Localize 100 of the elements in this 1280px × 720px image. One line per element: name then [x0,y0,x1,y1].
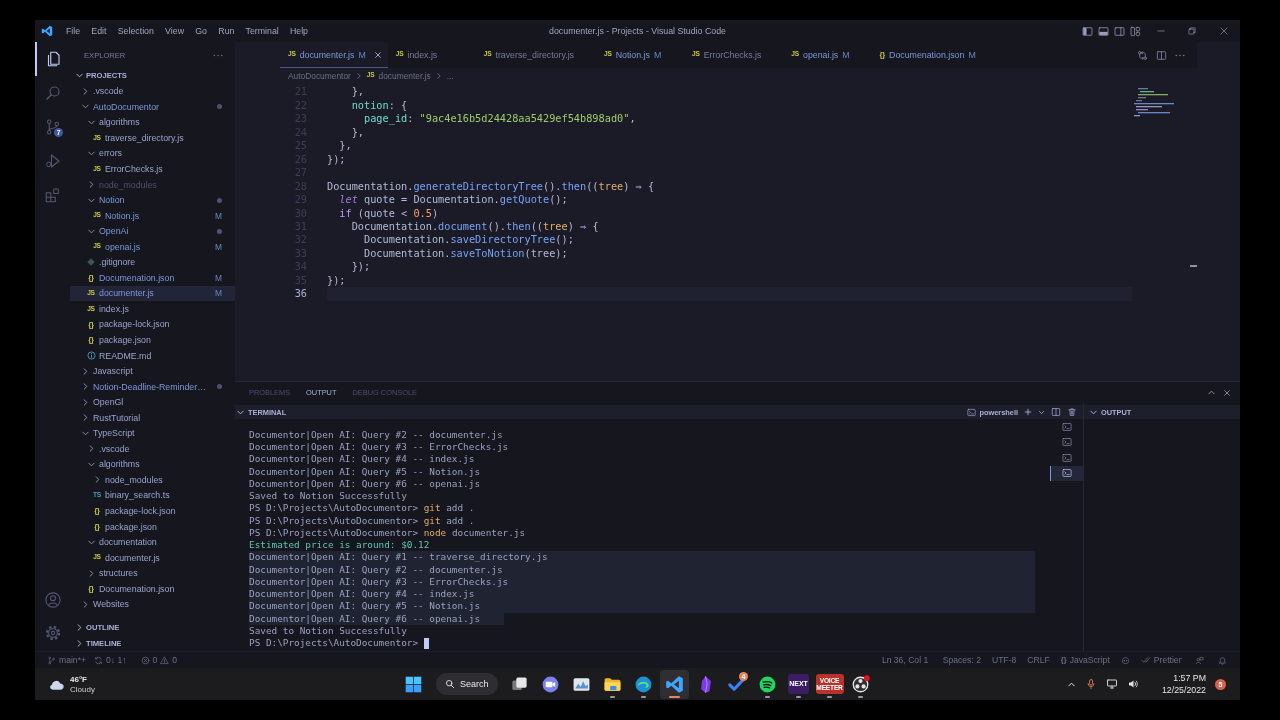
folder-tree-item[interactable]: .vscode [70,83,235,100]
info-icon [86,351,96,361]
compare-changes-icon[interactable] [1137,49,1148,61]
folder-tree-item[interactable]: node_modules [70,472,235,488]
formatter-status[interactable]: Prettier [1135,655,1187,665]
split-terminal-icon[interactable] [1051,407,1061,417]
folder-tree-item[interactable]: Notion-Deadline-Reminder… [70,378,235,395]
git-status: M [968,49,976,60]
close-icon[interactable] [373,50,382,59]
menu-item[interactable]: Selection [112,24,160,38]
code-line: Documentation.saveToNotion(tree); [364,246,568,261]
bell-icon[interactable] [1217,655,1227,665]
plus-icon[interactable] [1024,408,1032,416]
settings-icon[interactable] [43,623,62,642]
code-line: }, [351,125,365,140]
microphone-icon[interactable] [1084,678,1097,690]
modified-dot-icon [217,384,222,390]
line-ending-status[interactable]: CRLF [1021,655,1056,665]
menu-item[interactable]: Help [284,24,314,38]
breadcrumb-item[interactable]: ... [446,70,454,81]
restore-icon[interactable] [1187,26,1198,36]
speaker-icon[interactable] [1126,678,1139,690]
feedback-icon[interactable] [1195,655,1204,665]
clock-date[interactable]: 12/25/2022 [1161,685,1206,695]
code-line: let quote = Documentation.getQuote(); [339,193,568,207]
terminal-line: Saved to Notion Successfully [249,490,407,503]
panel-toggle-icon[interactable] [1098,25,1110,37]
cursor-position-status[interactable]: Ln 36, Col 1 [876,655,938,665]
encoding-status[interactable]: UTF-8 [986,655,1022,665]
chevron-right-icon[interactable] [75,638,84,648]
terminal-line: PS D:\Projects\AutoDocumentor> node documenter.js [249,526,526,540]
weather-temperature: 46°F [70,674,88,684]
bot-face-icon[interactable] [1120,655,1130,665]
menu-item[interactable]: Go [189,24,213,38]
chevron-down-icon[interactable] [1038,408,1045,416]
cursor-position-marker-icon [1190,265,1197,268]
split-editor-icon[interactable] [1156,49,1167,61]
folder-tree-item[interactable]: .vscode [70,441,235,457]
folder-tree-item[interactable]: OpenGl [70,394,235,410]
folder-tree-item[interactable]: algorithms [70,456,235,473]
folder-tree-item[interactable]: RustTutorial [70,410,235,426]
folder-tree-item[interactable]: Websites [70,596,235,613]
git-status: M [215,288,222,299]
folder-tree-item[interactable]: Javascript [70,363,235,379]
sync-status[interactable]: 0↓ 1↑ [90,655,131,665]
extensions-icon[interactable] [43,186,62,204]
clock-time[interactable]: 1:57 PM [1173,673,1206,683]
layout-icon[interactable] [1130,25,1142,37]
menu-item[interactable]: File [60,24,86,38]
breadcrumb-item[interactable]: AutoDocumentor [288,70,351,81]
terminal-line: Documentor|Open AI: Query #2 -- documenter.js [249,429,503,442]
run-debug-icon[interactable] [43,152,62,170]
folder-tree-item[interactable]: AutoDocumentor [70,99,235,115]
terminal-line: PS D:\Projects\AutoDocumentor> [249,637,419,650]
indentation-status[interactable]: Spaces: 2 [937,655,987,665]
branch-icon [47,655,56,665]
chevron-right-icon[interactable] [75,623,84,633]
folder-tree-item[interactable]: errors [70,145,235,162]
terminal-line: PS D:\Projects\AutoDocumentor> git add . [249,514,475,527]
film-reel-icon [851,674,870,694]
file-tree-item[interactable]: README.md [70,347,235,364]
code-line: notion: { [351,98,408,113]
search-button[interactable]: Search [436,673,498,695]
close-icon[interactable] [1223,388,1231,397]
start-menu-icon[interactable] [404,675,422,693]
code-editor-icon [665,674,684,694]
sidebar-toggle-icon[interactable] [1082,25,1094,37]
taskbar-app-button[interactable] [660,669,689,699]
folder-tree-item[interactable]: documentation [70,534,235,550]
more-icon[interactable] [213,53,223,57]
terminal-icon [1062,421,1072,432]
menu-item[interactable]: Edit [85,24,113,38]
secondary-sidebar-toggle-icon[interactable] [1114,25,1126,37]
menu-item[interactable]: View [159,24,190,38]
diamond-icon [87,258,95,267]
terminal-line: Saved to Notion Successfully [249,624,407,637]
git-status: M [653,49,662,60]
code-line: Documentation.generateDirectoryTree().then((tree) ⇒ { [327,179,655,194]
git-status: M [842,49,850,60]
code-line: page_id: "9ac4e16b5d24428aa5429ef54b898ad0", [364,112,636,126]
folder-tree-item[interactable]: Notion [70,192,235,208]
monitor-icon[interactable] [1105,678,1118,690]
trash-icon[interactable] [1067,407,1077,417]
folder-tree-item[interactable]: algorithms [70,114,235,131]
account-icon[interactable] [43,590,62,609]
more-icon[interactable] [1175,53,1185,57]
terminal-instance[interactable] [1050,465,1083,481]
file-tree-item[interactable]: .gitignore [70,254,235,271]
folder-tree-item[interactable]: OpenAi [70,223,235,239]
code-line: }); [327,152,346,167]
error-icon [140,655,150,665]
problems-status[interactable]: 0 0 [130,655,182,665]
double-check-icon [1140,655,1151,665]
folder-tree-item[interactable]: TypeScript [70,425,235,442]
menu-item[interactable]: Run [212,24,240,38]
branch-status[interactable]: main*+ [43,655,90,665]
maximize-panel-icon[interactable] [1207,388,1216,397]
folder-tree-item[interactable]: structures [70,565,235,581]
menu-item[interactable]: Terminal [239,24,285,38]
close-icon[interactable] [1219,26,1230,36]
